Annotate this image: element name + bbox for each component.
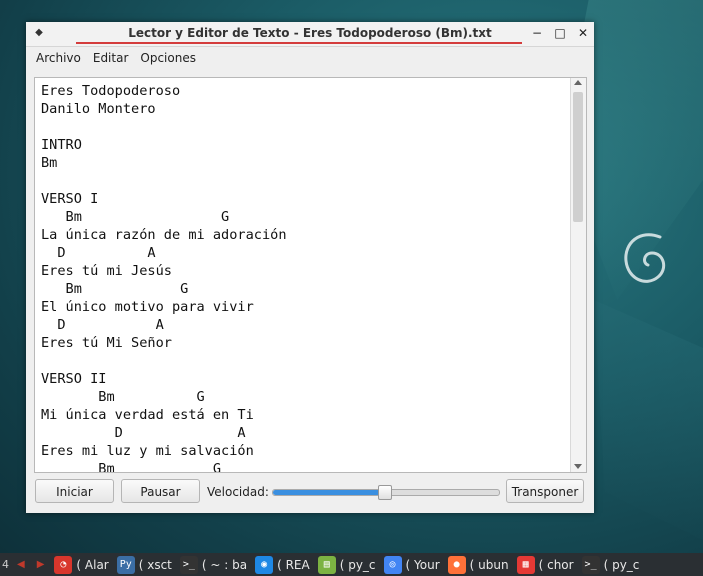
scrollbar-thumb[interactable]	[573, 92, 583, 222]
alarm-icon: ◔	[54, 555, 73, 574]
files-icon: ▤	[317, 555, 336, 574]
debian-swirl-icon	[624, 233, 666, 283]
start-button[interactable]: Iniciar	[35, 479, 114, 503]
titlebar[interactable]: ◆ Lector y Editor de Texto - Eres Todopo…	[26, 22, 594, 47]
terminal-icon: >_	[179, 555, 198, 574]
taskbar-edge-label: 4	[2, 558, 9, 571]
scroll-up-icon[interactable]	[574, 80, 582, 85]
taskbar-task[interactable]: ▤( py_c	[314, 553, 380, 576]
taskbar-task-label: ( chor	[538, 557, 574, 572]
firefox-icon: ●	[447, 555, 466, 574]
scroll-down-icon[interactable]	[574, 464, 582, 469]
taskbar-task[interactable]: >_( ~ : ba	[176, 553, 251, 576]
taskbar: 4 ◀ ▶ ◔( Alar Py( xsct >_( ~ : ba ◉( REA ▤( …	[0, 553, 703, 576]
taskbar-task-label: ( REA	[277, 557, 310, 572]
taskbar-task-label: ( Alar	[76, 557, 109, 572]
app-window: ◆ Lector y Editor de Texto - Eres Todopo…	[26, 22, 594, 513]
title-accent-line	[76, 42, 522, 44]
text-editor[interactable]: Eres Todopoderoso Danilo Montero INTRO B…	[34, 77, 587, 473]
taskbar-task-label: ( Your	[405, 557, 440, 572]
menu-archivo[interactable]: Archivo	[30, 51, 87, 65]
editor-content[interactable]: Eres Todopoderoso Danilo Montero INTRO B…	[35, 78, 586, 472]
menu-opciones[interactable]: Opciones	[134, 51, 202, 65]
vertical-scrollbar[interactable]	[570, 78, 586, 472]
browser-icon: ◉	[255, 555, 274, 574]
close-button[interactable]: ✕	[576, 26, 590, 40]
speed-slider-handle[interactable]	[377, 485, 392, 500]
taskbar-tasks: ◔( Alar Py( xsct >_( ~ : ba ◉( REA ▤( py_c ◎(…	[50, 553, 643, 576]
taskbar-prev-icon[interactable]: ◀	[11, 559, 31, 570]
transpose-button[interactable]: Transponer	[506, 479, 584, 503]
taskbar-task-label: ( xsct	[138, 557, 172, 572]
taskbar-task-label: ( py_c	[339, 557, 376, 572]
taskbar-next-icon[interactable]: ▶	[31, 559, 51, 570]
chrome-icon: ◎	[383, 555, 402, 574]
taskbar-task[interactable]: >_( py_c	[578, 553, 644, 576]
maximize-button[interactable]: □	[553, 26, 567, 40]
window-title: Lector y Editor de Texto - Eres Todopode…	[128, 26, 492, 40]
taskbar-task[interactable]: ◎( Your	[380, 553, 444, 576]
taskbar-task-label: ( ubun	[469, 557, 509, 572]
speed-slider-fill	[273, 490, 384, 495]
pause-button[interactable]: Pausar	[121, 479, 200, 503]
desktop-shape	[594, 300, 703, 540]
terminal-icon: >_	[581, 555, 600, 574]
taskbar-task[interactable]: ◔( Alar	[50, 553, 112, 576]
menubar: Archivo Editar Opciones	[26, 47, 594, 69]
controls-bar: Iniciar Pausar Velocidad: Transponer	[26, 477, 594, 507]
minimize-button[interactable]: −	[530, 26, 544, 40]
taskbar-task-label: ( py_c	[603, 557, 640, 572]
taskbar-task[interactable]: Py( xsct	[113, 553, 176, 576]
taskbar-task[interactable]: ●( ubun	[444, 553, 513, 576]
speed-slider[interactable]	[272, 485, 500, 500]
taskbar-task-label: ( ~ : ba	[201, 557, 248, 572]
menu-editar[interactable]: Editar	[87, 51, 135, 65]
speed-label: Velocidad:	[207, 485, 269, 499]
taskbar-task[interactable]: ▦( chor	[513, 553, 578, 576]
apps-icon: ▦	[516, 555, 535, 574]
taskbar-task[interactable]: ◉( REA	[251, 553, 314, 576]
python-icon: Py	[116, 555, 135, 574]
